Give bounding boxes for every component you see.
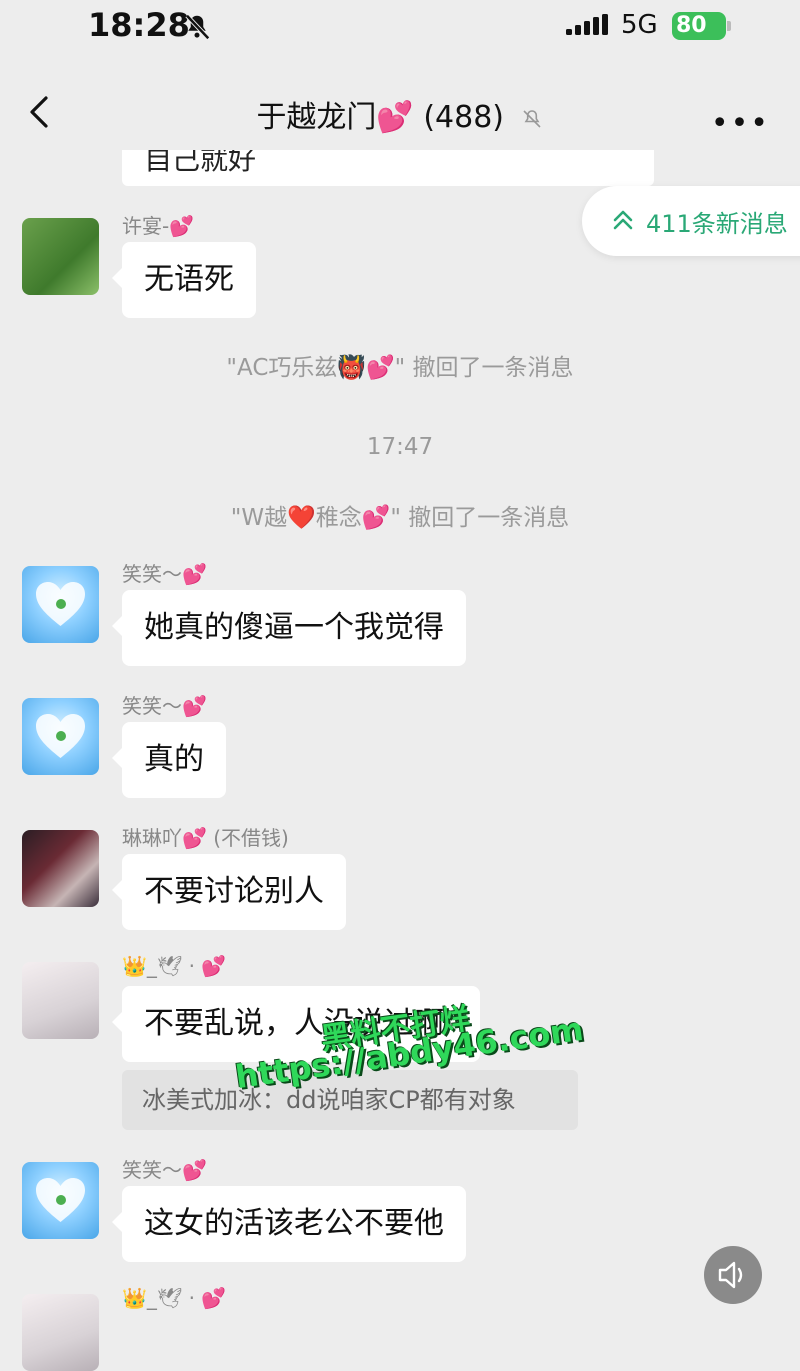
sender-name: 笑笑～💕 xyxy=(122,694,207,718)
partial-message-bubble[interactable]: 自己就好 xyxy=(122,150,654,186)
heart-icon xyxy=(36,582,85,626)
double-chevron-up-icon xyxy=(613,210,633,230)
message-bubble[interactable]: 无语死 xyxy=(112,242,256,318)
message-bubble[interactable]: 这女的活该老公不要他 xyxy=(112,1186,466,1262)
system-recall-notice: "W越❤️稚念💕" 撤回了一条消息 xyxy=(230,505,570,531)
status-time: 18:28 xyxy=(88,6,190,44)
sender-name: 👑_🕊 · 💕 xyxy=(122,1286,227,1310)
partial-message-text: 自己就好 xyxy=(144,150,257,176)
message-bubble[interactable]: 她真的傻逼一个我觉得 xyxy=(112,590,466,666)
chat-title: 于越龙门💕 (488) xyxy=(256,100,504,135)
chat-title-wrap: 于越龙门💕 (488) xyxy=(0,92,800,136)
avatar[interactable] xyxy=(22,1162,99,1239)
muted-bell-icon xyxy=(185,14,210,40)
chat-header: 于越龙门💕 (488) ••• xyxy=(0,62,800,158)
avatar[interactable] xyxy=(22,698,99,775)
avatar[interactable] xyxy=(22,566,99,643)
message-bubble[interactable]: 真的 xyxy=(112,722,226,798)
heart-icon xyxy=(36,714,85,758)
sender-name: 👑_🕊 · 💕 xyxy=(122,954,227,978)
avatar[interactable] xyxy=(22,1294,99,1371)
avatar[interactable] xyxy=(22,830,99,907)
timestamp: 17:47 xyxy=(366,434,434,460)
sender-name: 笑笑～💕 xyxy=(122,1158,207,1182)
sender-name: 笑笑～💕 xyxy=(122,562,207,586)
more-options-button[interactable]: ••• xyxy=(711,106,770,141)
sender-name: 许宴-💕 xyxy=(122,214,195,238)
heart-icon xyxy=(36,1178,85,1222)
avatar[interactable] xyxy=(22,962,99,1039)
signal-icon xyxy=(566,14,608,35)
speaker-icon xyxy=(718,1261,743,1289)
sender-name: 琳琳吖💕 (不借钱) xyxy=(122,826,289,850)
new-messages-label: 411条新消息 xyxy=(646,210,788,238)
message-bubble[interactable]: 不要讨论别人 xyxy=(112,854,346,930)
system-recall-notice: "AC巧乐兹👹💕" 撤回了一条消息 xyxy=(226,355,574,381)
battery-level: 80 xyxy=(676,13,707,38)
status-bar: 18:28 5G 80 xyxy=(0,0,800,56)
avatar[interactable] xyxy=(22,218,99,295)
mute-icon xyxy=(522,109,541,128)
battery-icon: 80 xyxy=(672,12,731,40)
new-messages-button[interactable]: 411条新消息 xyxy=(582,186,800,256)
network-type: 5G xyxy=(621,10,658,40)
speaker-button[interactable] xyxy=(704,1246,762,1304)
